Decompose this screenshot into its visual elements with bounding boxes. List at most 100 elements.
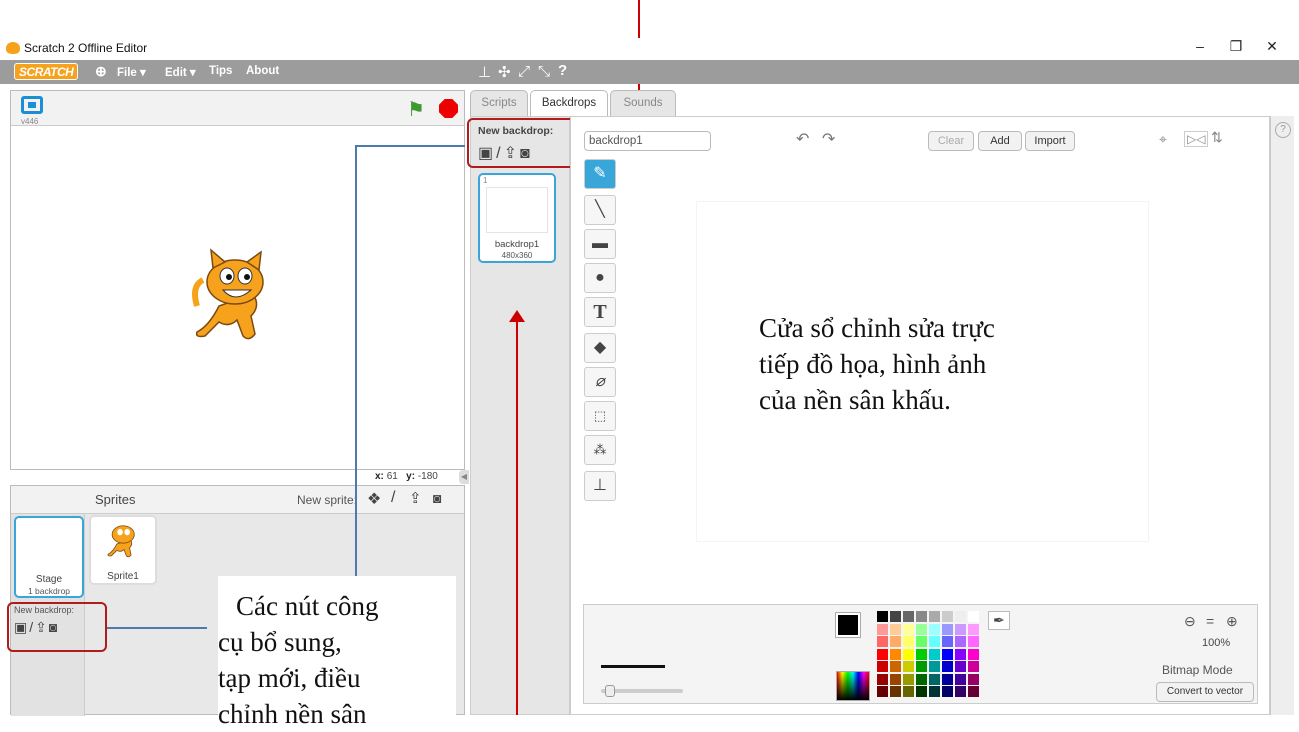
minimize-button[interactable]: – (1180, 38, 1220, 54)
add-button[interactable]: Add (978, 131, 1022, 151)
tab-backdrops[interactable]: Backdrops (530, 90, 608, 116)
zoom-reset-icon[interactable]: = (1206, 613, 1214, 629)
palette-swatch[interactable] (903, 636, 914, 647)
palette-swatch[interactable] (903, 673, 914, 685)
stage-thumbnail[interactable]: Stage 1 backdrop (14, 516, 84, 598)
sprite1-thumbnail[interactable]: Sprite1 (89, 515, 157, 585)
palette-swatch[interactable] (955, 661, 966, 672)
palette-swatch[interactable] (929, 673, 940, 685)
palette-swatch[interactable] (890, 623, 901, 635)
backdrop-name-input[interactable] (584, 131, 711, 151)
fill-tool-icon[interactable]: ◆ (584, 333, 616, 363)
palette-swatch[interactable] (903, 611, 914, 622)
tab-scripts[interactable]: Scripts (470, 90, 528, 116)
palette-swatch[interactable] (942, 673, 953, 685)
help-icon[interactable]: ? (558, 62, 567, 79)
palette-swatch[interactable] (942, 636, 953, 647)
palette-swatch[interactable] (916, 611, 927, 622)
palette-swatch[interactable] (890, 611, 901, 622)
green-flag-icon[interactable]: ⚑ (407, 97, 425, 122)
upload-sprite-icon[interactable]: ⇪ (409, 489, 422, 507)
palette-swatch[interactable] (903, 623, 914, 635)
palette-swatch[interactable] (916, 636, 927, 647)
choose-sprite-library-icon[interactable]: ❖ (367, 489, 381, 509)
palette-swatch[interactable] (929, 611, 940, 622)
select-tool-icon[interactable]: ⬚ (584, 401, 616, 431)
text-tool-icon[interactable]: T (584, 297, 616, 327)
palette-swatch[interactable] (903, 661, 914, 672)
color-picker-gradient[interactable] (836, 671, 870, 701)
cut-scissors-icon[interactable]: ✣ (498, 63, 511, 81)
grow-icon[interactable]: ⤢ (518, 63, 530, 80)
palette-swatch[interactable] (890, 673, 901, 685)
palette-swatch[interactable] (877, 623, 888, 635)
stage-collapse-handle[interactable]: ◀ (459, 470, 469, 484)
palette-swatch[interactable] (877, 648, 888, 660)
paint-canvas[interactable]: Cửa sổ chỉnh sửa trực tiếp đồ họa, hình … (697, 202, 1148, 541)
line-tool-icon[interactable]: ╲ (584, 195, 616, 225)
palette-swatch[interactable] (890, 661, 901, 672)
palette-swatch[interactable] (877, 661, 888, 672)
flip-horizontal-icon[interactable]: ▷◁ (1184, 131, 1209, 147)
palette-swatch[interactable] (929, 661, 940, 672)
palette-swatch[interactable] (942, 623, 953, 635)
close-button[interactable]: ✕ (1252, 38, 1292, 55)
restore-button[interactable]: ❐ (1216, 38, 1256, 55)
brush-tool-icon[interactable]: ✎ (584, 159, 616, 189)
import-button[interactable]: Import (1025, 131, 1075, 151)
palette-swatch[interactable] (955, 686, 966, 697)
duplicate-stamp-icon[interactable]: ⊥ (478, 63, 491, 81)
palette-swatch[interactable] (916, 648, 927, 660)
presentation-mode-icon[interactable] (21, 96, 43, 114)
palette-swatch[interactable] (955, 673, 966, 685)
color-palette[interactable] (877, 611, 987, 699)
camera-sprite-icon[interactable]: ◙ (433, 490, 441, 506)
scratch-cat-sprite[interactable] (189, 246, 285, 346)
palette-swatch[interactable] (968, 686, 979, 697)
stop-sign-icon[interactable] (439, 99, 458, 118)
palette-swatch[interactable] (929, 623, 940, 635)
palette-swatch[interactable] (942, 611, 953, 622)
palette-swatch[interactable] (903, 648, 914, 660)
convert-to-vector-button[interactable]: Convert to vector (1156, 682, 1254, 702)
paint-new-sprite-icon[interactable]: / (391, 489, 395, 507)
eyedropper-icon[interactable]: ✒ (988, 611, 1010, 630)
zoom-out-icon[interactable]: ⊖ (1184, 613, 1196, 630)
line-width-slider[interactable] (601, 685, 683, 697)
flip-vertical-icon[interactable]: ⇅ (1211, 129, 1223, 146)
palette-swatch[interactable] (968, 673, 979, 685)
palette-swatch[interactable] (942, 661, 953, 672)
palette-swatch[interactable] (968, 623, 979, 635)
palette-swatch[interactable] (942, 648, 953, 660)
palette-swatch[interactable] (955, 648, 966, 660)
palette-swatch[interactable] (968, 636, 979, 647)
palette-swatch[interactable] (877, 686, 888, 697)
undo-icon[interactable]: ↶ (796, 129, 809, 149)
palette-swatch[interactable] (968, 611, 979, 622)
palette-swatch[interactable] (955, 623, 966, 635)
palette-swatch[interactable] (877, 611, 888, 622)
redo-icon[interactable]: ↷ (822, 129, 835, 149)
palette-swatch[interactable] (955, 636, 966, 647)
palette-swatch[interactable] (903, 686, 914, 697)
help-circle-icon[interactable]: ? (1275, 122, 1291, 138)
menu-edit[interactable]: Edit ▾ (165, 65, 196, 79)
palette-swatch[interactable] (929, 648, 940, 660)
stamp-tool-icon[interactable]: ⊥ (584, 471, 616, 501)
palette-swatch[interactable] (890, 686, 901, 697)
palette-swatch[interactable] (877, 673, 888, 685)
menu-tips[interactable]: Tips (209, 65, 232, 77)
palette-swatch[interactable] (916, 686, 927, 697)
palette-swatch[interactable] (929, 636, 940, 647)
eraser-tool-icon[interactable]: ⌀ (584, 367, 616, 397)
palette-swatch[interactable] (916, 661, 927, 672)
palette-swatch[interactable] (890, 636, 901, 647)
rectangle-tool-icon[interactable]: ▬ (584, 229, 616, 259)
palette-swatch[interactable] (916, 623, 927, 635)
menu-file[interactable]: File ▾ (117, 65, 146, 79)
palette-swatch[interactable] (877, 636, 888, 647)
palette-swatch[interactable] (929, 686, 940, 697)
primary-color-swatch[interactable] (835, 612, 861, 638)
palette-swatch[interactable] (968, 661, 979, 672)
menu-about[interactable]: About (246, 65, 279, 77)
